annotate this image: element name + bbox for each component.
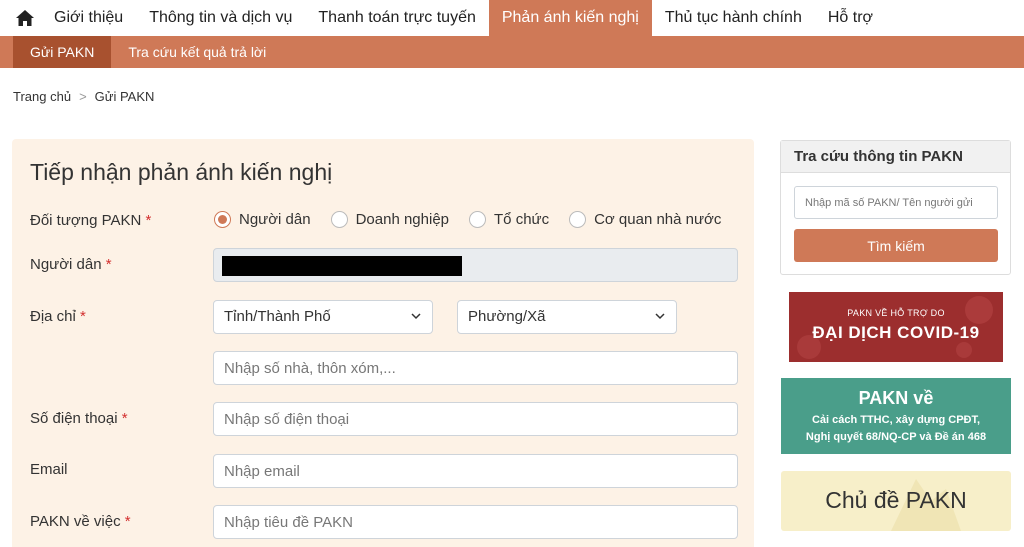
reform-banner-title: PAKN về xyxy=(858,388,934,408)
nav-item-ho-tro[interactable]: Hỗ trợ xyxy=(815,0,886,36)
breadcrumb: Trang chủ > Gửi PAKN xyxy=(13,89,154,104)
topic-label: PAKN về việc * xyxy=(30,513,131,530)
email-input[interactable] xyxy=(213,454,738,488)
subject-radio-group: Người dân Doanh nghiệp Tổ chức Cơ quan n… xyxy=(214,211,741,228)
address-detail-input[interactable] xyxy=(213,351,738,385)
home-button[interactable] xyxy=(0,0,50,36)
reform-banner-line2: Nghị quyết 68/NQ-CP và Đề án 468 xyxy=(805,431,987,443)
chevron-down-icon xyxy=(655,313,665,320)
nav-item-thanh-toan[interactable]: Thanh toán trực tuyến xyxy=(305,0,488,36)
breadcrumb-current: Gửi PAKN xyxy=(94,89,155,104)
breadcrumb-home-link[interactable]: Trang chủ xyxy=(13,89,71,104)
reform-banner[interactable]: PAKN về Cải cách TTHC, xây dựng CPĐT, Ng… xyxy=(781,378,1011,454)
topic-banner-title: Chủ đề PAKN xyxy=(825,487,967,513)
top-nav: Giới thiệu Thông tin và dịch vụ Thanh to… xyxy=(0,0,1024,36)
ward-select[interactable]: Phường/Xã xyxy=(457,300,677,334)
address-label: Địa chỉ * xyxy=(30,308,86,325)
radio-checked-icon xyxy=(214,211,231,228)
pakn-form-panel: Tiếp nhận phản ánh kiến nghị Đối tượng P… xyxy=(12,139,754,547)
search-button[interactable]: Tìm kiếm xyxy=(794,229,998,262)
reform-banner-line1: Cải cách TTHC, xây dựng CPĐT, xyxy=(811,414,981,426)
citizen-label: Người dân * xyxy=(30,256,112,273)
radio-unchecked-icon xyxy=(469,211,487,228)
nav-item-phan-anh-kien-nghi[interactable]: Phản ánh kiến nghị xyxy=(488,0,652,36)
sub-nav: Gửi PAKN Tra cứu kết quả trả lời xyxy=(0,36,1024,68)
radio-to-chuc[interactable]: Tổ chức xyxy=(469,211,549,228)
radio-unchecked-icon xyxy=(569,211,587,228)
subnav-tra-cuu-ket-qua[interactable]: Tra cứu kết quả trả lời xyxy=(111,36,283,68)
radio-unchecked-icon xyxy=(330,211,348,228)
phone-input[interactable] xyxy=(213,402,738,436)
nav-item-gioi-thieu[interactable]: Giới thiệu xyxy=(50,0,136,36)
nav-item-thong-tin-dich-vu[interactable]: Thông tin và dịch vụ xyxy=(136,0,305,36)
topic-banner[interactable]: Chủ đề PAKN xyxy=(781,471,1011,531)
covid-banner-subtitle: PAKN VỀ HỖ TRỢ DO xyxy=(847,308,945,318)
lookup-panel: Tra cứu thông tin PAKN Tìm kiếm xyxy=(780,140,1011,275)
phone-label: Số điện thoại * xyxy=(30,410,128,427)
subnav-gui-pakn[interactable]: Gửi PAKN xyxy=(13,36,112,68)
province-select[interactable]: Tỉnh/Thành Phố xyxy=(213,300,433,334)
subject-label: Đối tượng PAKN * xyxy=(30,212,152,229)
citizen-name-field xyxy=(213,248,738,282)
covid-banner-title: ĐẠI DỊCH COVID-19 xyxy=(812,323,980,342)
radio-doanh-nghiep[interactable]: Doanh nghiệp xyxy=(330,211,449,228)
radio-nguoi-dan[interactable]: Người dân xyxy=(214,211,311,228)
breadcrumb-separator: > xyxy=(79,89,87,104)
nav-item-thu-tuc-hanh-chinh[interactable]: Thủ tục hành chính xyxy=(652,0,815,36)
lookup-input[interactable] xyxy=(794,186,998,219)
chevron-down-icon xyxy=(411,313,421,320)
topic-input[interactable] xyxy=(213,505,738,539)
form-title: Tiếp nhận phản ánh kiến nghị xyxy=(30,159,333,185)
radio-co-quan-nha-nuoc[interactable]: Cơ quan nhà nước xyxy=(569,211,721,228)
lookup-title: Tra cứu thông tin PAKN xyxy=(781,141,1010,173)
email-label: Email xyxy=(30,461,68,478)
home-icon xyxy=(16,10,34,26)
redacted-block xyxy=(222,256,462,276)
covid-banner[interactable]: PAKN VỀ HỖ TRỢ DO ĐẠI DỊCH COVID-19 xyxy=(789,292,1003,362)
